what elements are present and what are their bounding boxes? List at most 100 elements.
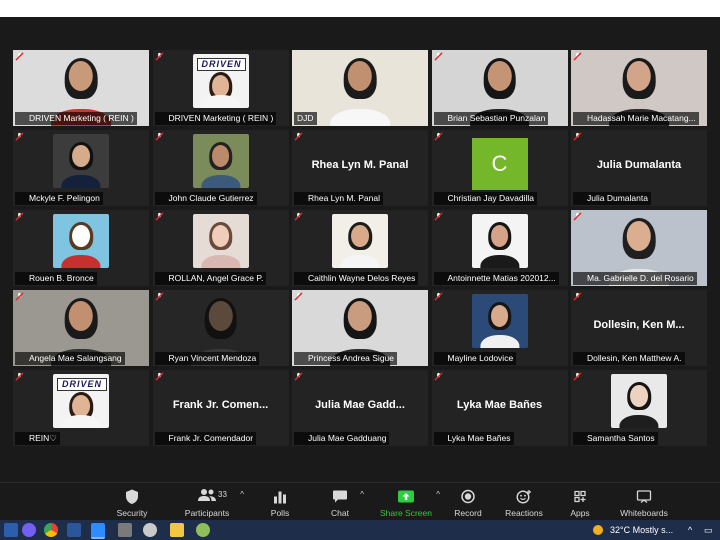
muted-mic-icon bbox=[433, 52, 443, 61]
chat-options-caret-icon[interactable]: ^ bbox=[360, 490, 364, 499]
start-icon[interactable] bbox=[4, 523, 18, 537]
muted-mic-icon bbox=[154, 372, 164, 381]
participant-tile[interactable]: ROLLAN, Angel Grace P. bbox=[152, 210, 289, 286]
participant-tile[interactable]: Frank Jr. Comen... Frank Jr. Comendador bbox=[152, 370, 289, 446]
zoom-icon[interactable] bbox=[91, 523, 105, 539]
muted-mic-icon bbox=[573, 52, 582, 61]
record-button[interactable]: Record bbox=[452, 486, 484, 520]
profile-picture bbox=[471, 214, 528, 268]
participants-options-caret-icon[interactable]: ^ bbox=[240, 490, 244, 499]
calculator-icon[interactable] bbox=[118, 523, 132, 537]
participant-name: Rhea Lyn M. Panal bbox=[294, 192, 383, 205]
record-icon bbox=[461, 489, 475, 504]
app-icon[interactable] bbox=[143, 523, 157, 537]
participant-tile[interactable]: Brian Sebastian Punzalan bbox=[431, 50, 568, 126]
participant-display-name: Lyka Mae Bañes bbox=[456, 399, 543, 411]
letter-avatar: C bbox=[471, 138, 528, 190]
participants-button[interactable]: 33 Participants ^ bbox=[180, 486, 244, 520]
muted-mic-icon bbox=[573, 292, 582, 301]
muted-mic-icon bbox=[294, 292, 303, 301]
participant-tile[interactable]: Rouen B. Bronce bbox=[13, 210, 149, 286]
muted-mic-icon bbox=[294, 132, 303, 141]
share-screen-options-caret-icon[interactable]: ^ bbox=[436, 490, 440, 499]
participant-display-name: Rhea Lyn M. Panal bbox=[311, 159, 409, 171]
muted-mic-icon bbox=[294, 212, 303, 221]
participant-tile[interactable]: Hadassah Marie Macatang... bbox=[571, 50, 707, 126]
active-speaker-tile[interactable]: DJD bbox=[292, 50, 428, 126]
security-label: Security bbox=[116, 508, 148, 518]
app-icon-2[interactable] bbox=[196, 523, 210, 537]
profile-picture bbox=[192, 214, 249, 268]
participants-icon bbox=[198, 489, 216, 501]
muted-mic-icon bbox=[15, 52, 24, 61]
apps-label: Apps bbox=[570, 508, 590, 518]
participant-tile[interactable]: Caithlin Wayne Delos Reyes bbox=[292, 210, 428, 286]
participant-tile[interactable]: Samantha Santos bbox=[571, 370, 707, 446]
participant-tile[interactable]: Dollesin, Ken M... Dollesin, Ken Matthew… bbox=[571, 290, 707, 366]
muted-mic-icon bbox=[15, 132, 24, 141]
whiteboards-label: Whiteboards bbox=[620, 508, 668, 518]
share-screen-button[interactable]: Share Screen ^ bbox=[378, 486, 440, 520]
participant-name: Mayline Lodovice bbox=[433, 352, 517, 365]
participant-name: Lyka Mae Bañes bbox=[433, 432, 514, 445]
apps-icon bbox=[574, 490, 586, 503]
participant-name: Hadassah Marie Macatang... bbox=[573, 112, 699, 125]
muted-mic-icon bbox=[154, 292, 164, 301]
participant-tile[interactable]: Ryan Vincent Mendoza bbox=[152, 290, 289, 366]
weather-sun-icon bbox=[593, 525, 603, 535]
muted-mic-icon bbox=[573, 212, 582, 221]
participant-tile[interactable]: Angela Mae Salangsang bbox=[13, 290, 149, 366]
screen-icon[interactable]: ▭ bbox=[704, 523, 713, 537]
participant-tile[interactable]: C Christian Jay Davadilla bbox=[431, 130, 568, 206]
participant-tile[interactable]: Lyka Mae Bañes Lyka Mae Bañes bbox=[431, 370, 568, 446]
participant-name: Christian Jay Davadilla bbox=[433, 192, 537, 205]
reactions-button[interactable]: Reactions bbox=[504, 486, 544, 520]
video-grid: DRIVEN Marketing ( REIN ) DRIVEN DRIVEN … bbox=[13, 50, 707, 450]
security-button[interactable]: Security bbox=[112, 486, 152, 520]
participant-display-name: Dollesin, Ken M... bbox=[593, 319, 685, 331]
profile-picture bbox=[332, 214, 388, 268]
participant-display-name: Frank Jr. Comen... bbox=[172, 399, 269, 411]
participant-tile[interactable]: DRIVEN REIN♡ bbox=[13, 370, 149, 446]
viber-icon[interactable] bbox=[22, 523, 36, 537]
chat-label: Chat bbox=[331, 508, 349, 518]
shield-icon bbox=[126, 489, 138, 504]
participant-tile[interactable]: Julia Mae Gadd... Julia Mae Gadduang bbox=[292, 370, 428, 446]
participant-tile[interactable]: Ma. Gabrielle D. del Rosario bbox=[571, 210, 707, 286]
share-screen-icon bbox=[398, 490, 414, 503]
participant-name: DJD bbox=[294, 112, 317, 125]
participant-tile[interactable]: Princess Andrea Sigue bbox=[292, 290, 428, 366]
whiteboards-button[interactable]: Whiteboards bbox=[618, 486, 670, 520]
participant-tile[interactable]: Rhea Lyn M. Panal Rhea Lyn M. Panal bbox=[292, 130, 428, 206]
windows-taskbar: 32°C Mostly s... ^ ▭ bbox=[0, 520, 720, 540]
polls-button[interactable]: Polls bbox=[266, 486, 294, 520]
chevron-up-icon[interactable]: ^ bbox=[688, 523, 692, 537]
participant-name: DRIVEN Marketing ( REIN ) bbox=[15, 112, 137, 125]
muted-mic-icon bbox=[15, 292, 24, 301]
participant-name: Frank Jr. Comendador bbox=[154, 432, 257, 445]
participant-tile[interactable]: DRIVEN Marketing ( REIN ) bbox=[13, 50, 149, 126]
muted-mic-icon bbox=[15, 372, 24, 381]
participant-tile[interactable]: John Claude Gutierrez bbox=[152, 130, 289, 206]
smiley-plus-icon bbox=[516, 490, 531, 504]
participant-tile[interactable]: Mayline Lodovice bbox=[431, 290, 568, 366]
participant-tile[interactable]: Antoinnette Matias 202012... bbox=[431, 210, 568, 286]
participant-tile[interactable]: DRIVEN DRIVEN Marketing ( REIN ) bbox=[152, 50, 289, 126]
muted-mic-icon bbox=[15, 212, 24, 221]
apps-button[interactable]: Apps bbox=[566, 486, 594, 520]
participant-display-name: Julia Dumalanta bbox=[596, 159, 682, 171]
chat-button[interactable]: Chat ^ bbox=[326, 486, 364, 520]
chrome-icon[interactable] bbox=[44, 523, 58, 537]
muted-mic-icon bbox=[573, 132, 582, 141]
participant-tile[interactable]: Mckyle F. Pelingon bbox=[13, 130, 149, 206]
participant-name: Antoinnette Matias 202012... bbox=[433, 272, 559, 285]
profile-picture bbox=[471, 294, 528, 348]
share-screen-label: Share Screen bbox=[380, 508, 432, 518]
participant-tile[interactable]: Julia Dumalanta Julia Dumalanta bbox=[571, 130, 707, 206]
participant-name: Caithlin Wayne Delos Reyes bbox=[294, 272, 419, 285]
whiteboard-icon bbox=[636, 490, 652, 503]
muted-mic-icon bbox=[573, 372, 582, 381]
sticky-notes-icon[interactable] bbox=[170, 523, 184, 537]
muted-mic-icon bbox=[433, 292, 443, 301]
word-icon[interactable] bbox=[67, 523, 81, 537]
